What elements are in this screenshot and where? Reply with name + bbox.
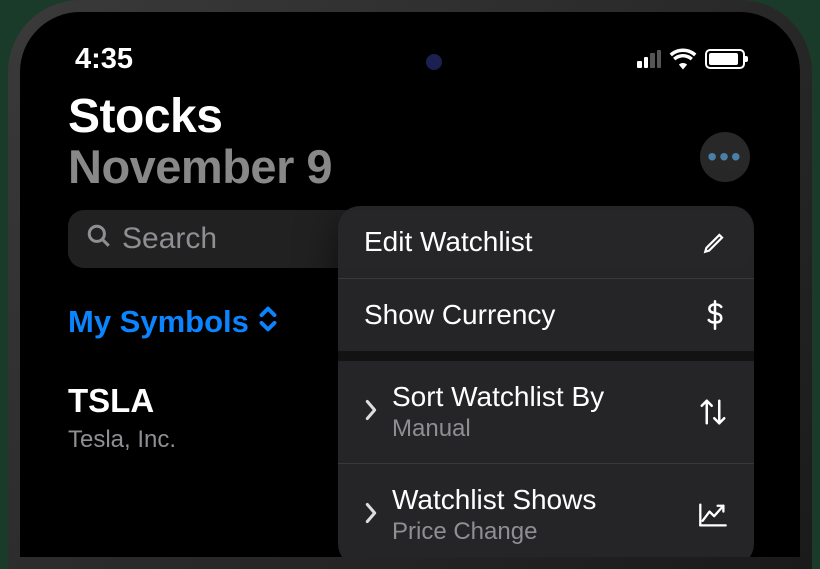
ellipsis-icon: •••	[707, 143, 742, 171]
status-indicators	[637, 48, 745, 70]
chart-line-icon	[698, 502, 728, 528]
chevron-up-down-icon	[257, 304, 279, 340]
phone-frame: 4:35 Stocks November 9	[8, 0, 812, 569]
camera-dot	[426, 54, 442, 70]
chevron-right-icon	[364, 502, 378, 529]
sort-arrows-icon	[698, 397, 728, 427]
menu-item-watchlist-shows[interactable]: Watchlist Shows Price Change	[338, 464, 754, 557]
watchlist-name: My Symbols	[68, 304, 249, 340]
menu-item-edit-watchlist[interactable]: Edit Watchlist	[338, 206, 754, 279]
menu-label: Sort Watchlist By	[392, 381, 604, 413]
dynamic-island	[310, 36, 510, 88]
menu-item-sort-watchlist[interactable]: Sort Watchlist By Manual	[338, 361, 754, 464]
menu-sublabel: Manual	[392, 415, 604, 443]
menu-label: Show Currency	[364, 299, 555, 331]
battery-icon	[705, 49, 745, 69]
cellular-signal-icon	[637, 50, 661, 68]
more-options-button[interactable]: •••	[700, 132, 750, 182]
search-icon	[86, 223, 112, 254]
menu-label: Watchlist Shows	[392, 484, 596, 516]
context-menu: Edit Watchlist Show Currency	[338, 206, 754, 557]
dollar-icon	[702, 300, 728, 330]
search-placeholder: Search	[122, 222, 217, 256]
pencil-icon	[702, 229, 728, 255]
menu-label: Edit Watchlist	[364, 226, 533, 258]
menu-item-show-currency[interactable]: Show Currency	[338, 279, 754, 361]
status-time: 4:35	[75, 43, 133, 76]
chevron-right-icon	[364, 399, 378, 426]
phone-screen: 4:35 Stocks November 9	[20, 12, 800, 557]
header-date: November 9	[68, 142, 752, 191]
app-title: Stocks	[68, 92, 752, 142]
menu-sublabel: Price Change	[392, 518, 596, 546]
wifi-icon	[669, 48, 697, 70]
